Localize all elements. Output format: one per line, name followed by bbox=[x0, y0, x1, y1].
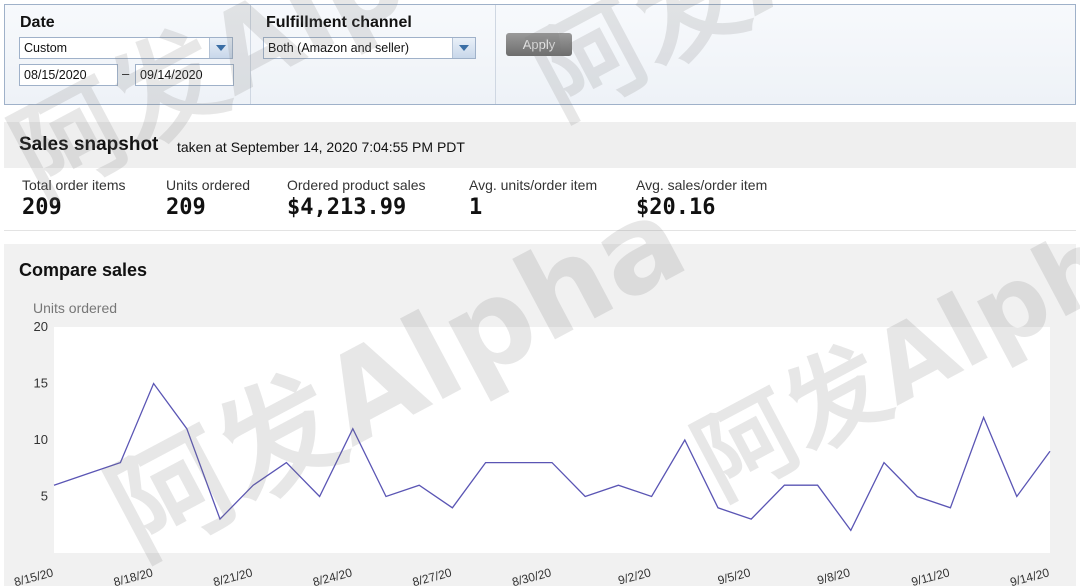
fulfillment-select-value: Both (Amazon and seller) bbox=[268, 41, 410, 55]
apply-column: Apply bbox=[496, 5, 616, 104]
x-tick-label: 9/5/20 bbox=[716, 565, 752, 586]
plot-area bbox=[54, 327, 1050, 553]
filter-bar: Date Custom 08/15/2020 – 09/14/2020 Fulf… bbox=[4, 4, 1076, 105]
metric-avg-units-per-order-item: Avg. units/order item 1 bbox=[469, 177, 597, 220]
apply-button[interactable]: Apply bbox=[506, 33, 572, 56]
y-tick-label: 10 bbox=[34, 432, 48, 447]
metric-label: Total order items bbox=[22, 177, 126, 193]
compare-sales-panel: Compare sales Units ordered 5 10 15 20 8/15… bbox=[4, 244, 1076, 586]
x-tick-label: 8/18/20 bbox=[112, 565, 155, 586]
metric-value: $20.16 bbox=[636, 195, 716, 220]
x-tick-label: 9/2/20 bbox=[617, 565, 653, 586]
fulfillment-filter: Fulfillment channel Both (Amazon and sel… bbox=[251, 5, 496, 104]
metric-label: Ordered product sales bbox=[287, 177, 426, 193]
sales-snapshot-title: Sales snapshot bbox=[19, 134, 159, 155]
x-tick-label: 8/24/20 bbox=[311, 565, 354, 586]
metric-value: 209 bbox=[22, 195, 62, 220]
metric-units-ordered: Units ordered 209 bbox=[166, 177, 250, 220]
metric-value: 209 bbox=[166, 195, 206, 220]
fulfillment-label: Fulfillment channel bbox=[266, 14, 412, 31]
date-range-select-value: Custom bbox=[24, 41, 68, 55]
y-tick-label: 5 bbox=[41, 489, 48, 504]
date-label: Date bbox=[20, 14, 55, 31]
units-ordered-chart: Units ordered 5 10 15 20 8/15/20 8/18/20 8/21… bbox=[12, 300, 1051, 586]
metric-value: $4,213.99 bbox=[287, 195, 407, 220]
fulfillment-select[interactable]: Both (Amazon and seller) bbox=[263, 37, 476, 59]
y-tick-label: 15 bbox=[34, 376, 48, 391]
sales-snapshot-header: Sales snapshot taken at September 14, 20… bbox=[4, 122, 1076, 168]
chevron-down-icon[interactable] bbox=[452, 38, 475, 58]
metric-value: 1 bbox=[469, 195, 483, 220]
x-tick-label: 8/27/20 bbox=[411, 565, 454, 586]
date-separator: – bbox=[122, 66, 130, 81]
x-tick-label: 9/11/20 bbox=[910, 565, 952, 586]
date-from-input[interactable]: 08/15/2020 bbox=[19, 64, 118, 86]
metric-label: Units ordered bbox=[166, 177, 251, 193]
sales-metrics: Total order items 209 Units ordered 209 … bbox=[4, 168, 1076, 231]
x-tick-label: 8/30/20 bbox=[510, 565, 553, 586]
sales-snapshot-timestamp: taken at September 14, 2020 7:04:55 PM P… bbox=[177, 139, 465, 155]
chevron-down-icon[interactable] bbox=[209, 38, 232, 58]
x-tick-label: 9/14/20 bbox=[1008, 565, 1051, 586]
date-to-input[interactable]: 09/14/2020 bbox=[135, 64, 234, 86]
metric-ordered-product-sales: Ordered product sales $4,213.99 bbox=[287, 177, 426, 220]
x-tick-label: 8/15/20 bbox=[12, 565, 55, 586]
metric-label: Avg. sales/order item bbox=[636, 177, 768, 193]
date-range-select[interactable]: Custom bbox=[19, 37, 233, 59]
x-tick-label: 8/21/20 bbox=[212, 565, 255, 586]
metric-avg-sales-per-order-item: Avg. sales/order item $20.16 bbox=[636, 177, 767, 220]
metric-total-order-items: Total order items 209 bbox=[22, 177, 125, 220]
x-tick-label: 9/8/20 bbox=[816, 565, 852, 586]
y-tick-label: 20 bbox=[34, 319, 48, 334]
y-axis-label: Units ordered bbox=[33, 300, 117, 316]
date-filter: Date Custom 08/15/2020 – 09/14/2020 bbox=[5, 5, 251, 104]
metric-label: Avg. units/order item bbox=[469, 177, 598, 193]
